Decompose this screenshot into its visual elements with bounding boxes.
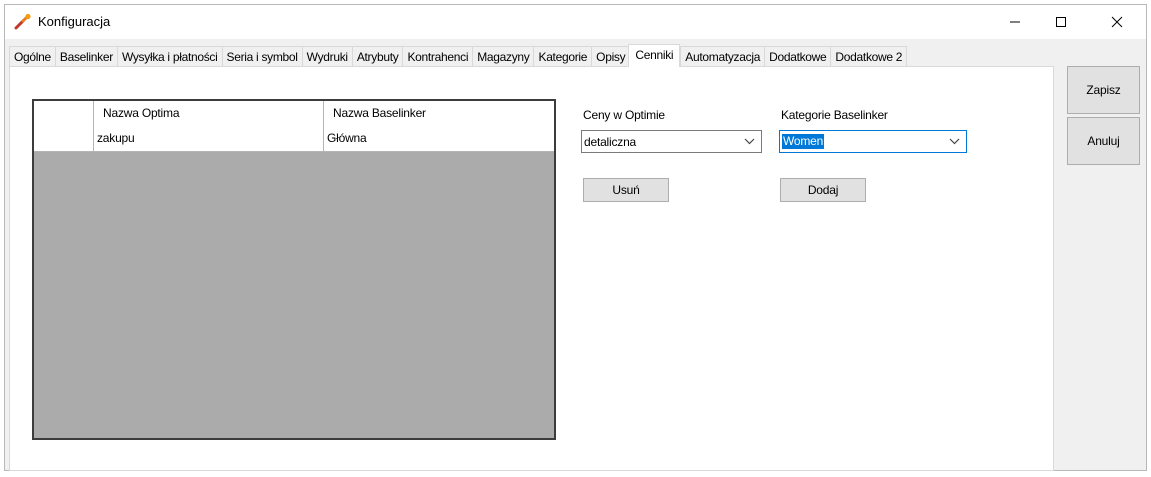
add-button[interactable]: Dodaj: [780, 178, 866, 202]
price-mapping-grid[interactable]: Nazwa Optima Nazwa Baselinker zakupu Głó…: [32, 99, 556, 440]
cenniki-panel: Nazwa Optima Nazwa Baselinker zakupu Głó…: [9, 66, 1054, 471]
tab-wysylka[interactable]: Wysyłka i płatności: [116, 46, 222, 67]
column-header-nazwa-baselinker[interactable]: Nazwa Baselinker: [324, 101, 554, 126]
tab-baselinker[interactable]: Baselinker: [54, 46, 117, 67]
tab-magazyny[interactable]: Magazyny: [472, 46, 534, 67]
tab-dodatkowe-2[interactable]: Dodatkowe 2: [830, 46, 908, 67]
row-header[interactable]: [34, 126, 94, 151]
title-bar: Konfiguracja: [5, 5, 1146, 39]
remove-button[interactable]: Usuń: [583, 178, 669, 202]
tab-cenniki[interactable]: Cenniki: [628, 44, 681, 67]
table-row[interactable]: zakupu Główna: [34, 126, 554, 152]
categories-label: Kategorie Baselinker: [781, 108, 888, 122]
tab-kategorie[interactable]: Kategorie: [533, 46, 592, 67]
window-title: Konfiguracja: [38, 14, 111, 29]
maximize-icon: [1056, 17, 1066, 27]
row-header-corner[interactable]: [34, 101, 94, 126]
tab-ogolne[interactable]: Ogólne: [9, 46, 55, 67]
chevron-down-icon: [744, 138, 755, 145]
grid-header: Nazwa Optima Nazwa Baselinker: [34, 101, 554, 127]
prices-label: Ceny w Optimie: [583, 108, 665, 122]
prices-dropdown[interactable]: detaliczna: [581, 130, 762, 153]
tab-seria-symbol[interactable]: Seria i symbol: [221, 46, 302, 67]
categories-selected-value: Women: [782, 134, 825, 149]
wrench-icon: [14, 13, 31, 30]
tab-dodatkowe[interactable]: Dodatkowe: [764, 46, 831, 67]
chevron-down-icon: [949, 138, 960, 145]
cell-nazwa-baselinker[interactable]: Główna: [324, 126, 554, 151]
tab-automatyzacja[interactable]: Automatyzacja: [680, 46, 765, 67]
tab-opisy[interactable]: Opisy: [591, 46, 630, 67]
cell-nazwa-optima[interactable]: zakupu: [94, 126, 324, 151]
prices-selected-value: detaliczna: [584, 135, 637, 149]
close-button[interactable]: [1094, 5, 1140, 39]
column-header-nazwa-optima[interactable]: Nazwa Optima: [94, 101, 324, 126]
minimize-button[interactable]: [992, 5, 1038, 39]
config-window: Konfiguracja Ogólne Baselinker Wysyłka i…: [4, 4, 1147, 471]
tab-atrybuty[interactable]: Atrybuty: [351, 46, 403, 67]
tab-strip: Ogólne Baselinker Wysyłka i płatności Se…: [9, 44, 908, 67]
maximize-button[interactable]: [1038, 5, 1084, 39]
save-button[interactable]: Zapisz: [1067, 66, 1140, 114]
minimize-icon: [1010, 21, 1020, 23]
cancel-button[interactable]: Anuluj: [1067, 117, 1140, 165]
categories-dropdown[interactable]: Women: [779, 130, 967, 153]
tab-kontrahenci[interactable]: Kontrahenci: [402, 46, 473, 67]
close-icon: [1111, 16, 1123, 28]
tab-wydruki[interactable]: Wydruki: [301, 46, 352, 67]
